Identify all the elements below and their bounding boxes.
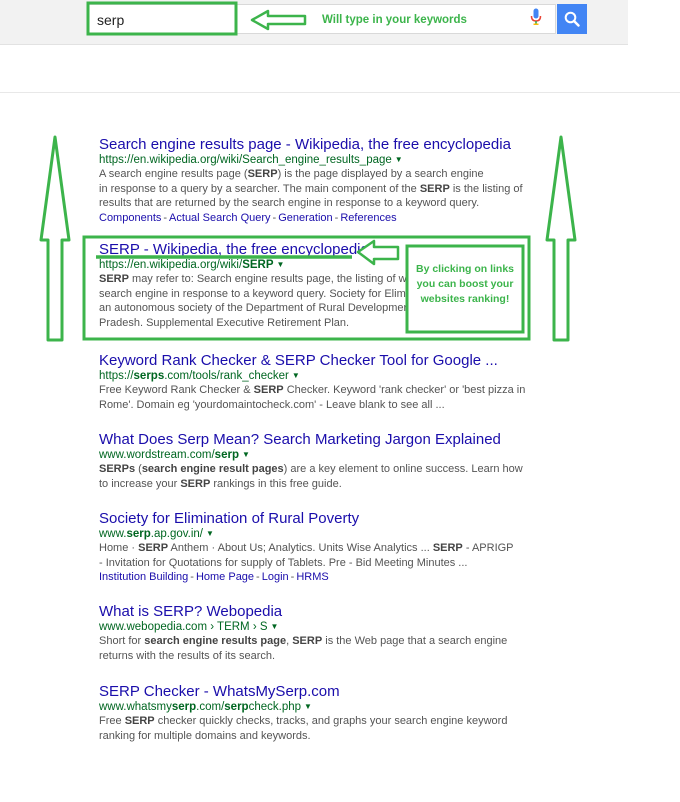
click-annotation: By clicking on links you can boost your we… <box>409 262 521 307</box>
search-highlight-box <box>86 1 238 36</box>
note-line: By clicking on links <box>415 263 515 275</box>
note-line: you can boost your <box>416 278 514 290</box>
up-arrow-left-icon <box>39 135 71 342</box>
note-line: websites ranking! <box>420 293 510 305</box>
keywords-annotation: Will type in your keywords <box>322 14 467 26</box>
pointing-arrow-icon <box>356 239 400 266</box>
annotation-overlay <box>39 1 577 342</box>
up-arrow-right-icon <box>545 135 577 342</box>
left-arrow-icon <box>250 9 307 31</box>
